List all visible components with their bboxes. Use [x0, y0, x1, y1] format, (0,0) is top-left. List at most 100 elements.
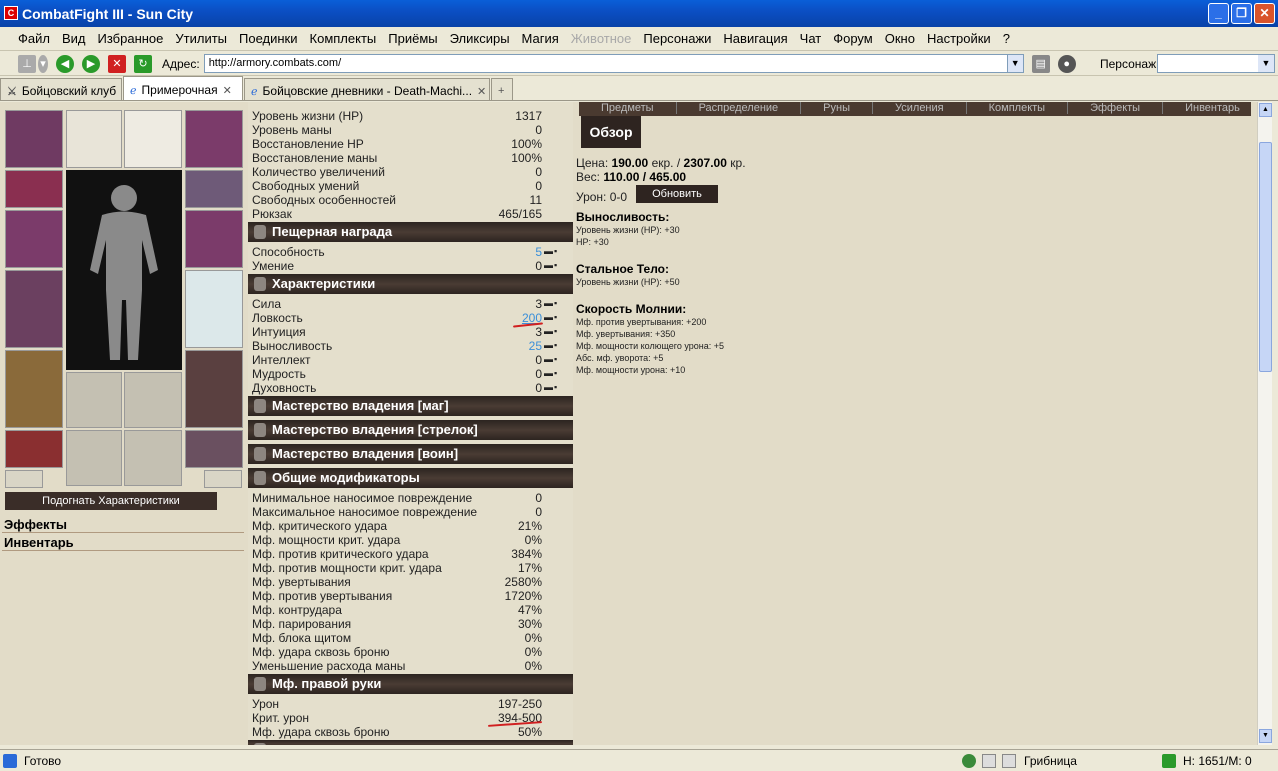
gloves-slot[interactable] — [185, 170, 243, 208]
pocket-slot[interactable] — [124, 430, 182, 486]
tab-boosts[interactable]: Усиления — [873, 102, 967, 114]
inventory-section[interactable]: Инвентарь — [2, 535, 244, 551]
plus-minus-buttons[interactable]: ▬▪ — [544, 354, 564, 364]
menu-window[interactable]: Окно — [879, 31, 921, 46]
address-dropdown-icon[interactable]: ▼ — [1006, 55, 1023, 72]
back-icon[interactable]: ◀ — [56, 54, 74, 73]
tab-label: Примерочная — [141, 83, 218, 97]
tab-close-icon[interactable]: ✕ — [223, 84, 232, 97]
plus-minus-buttons[interactable]: ▬▪ — [544, 340, 564, 350]
menu-duels[interactable]: Поединки — [233, 31, 304, 46]
cave-reward-header[interactable]: Пещерная награда — [248, 222, 573, 242]
plus-minus-buttons[interactable]: ▬▪ — [544, 368, 564, 378]
plus-minus-buttons[interactable]: ▬▪ — [544, 298, 564, 308]
address-input[interactable]: http://armory.combats.com/ ▼ — [203, 54, 1024, 73]
tab-fight-club[interactable]: ⚔ Бойцовский клуб — [0, 78, 122, 100]
plus-minus-buttons[interactable]: ▬▪ — [544, 246, 564, 256]
menu-view[interactable]: Вид — [56, 31, 92, 46]
menu-help[interactable]: ? — [997, 31, 1016, 46]
empty-slot[interactable] — [124, 110, 182, 168]
cloak-slot[interactable] — [5, 350, 63, 428]
menu-chat[interactable]: Чат — [794, 31, 828, 46]
right-hand-header[interactable]: Мф. правой руки — [248, 674, 573, 694]
restore-button[interactable]: ❐ — [1231, 3, 1252, 24]
menu-settings[interactable]: Настройки — [921, 31, 997, 46]
weight-label: Вес: — [576, 170, 601, 184]
page-icon[interactable]: ▤ — [1031, 54, 1050, 73]
armor-slot[interactable] — [5, 270, 63, 348]
helmet-slot[interactable] — [5, 110, 63, 168]
persona-select[interactable]: ▼ — [1157, 54, 1275, 73]
close-button[interactable]: ✕ — [1254, 3, 1275, 24]
plus-minus-buttons[interactable]: ▬▪ — [544, 326, 564, 336]
scroll-up-icon[interactable]: ▲ — [1259, 103, 1272, 117]
tab-sets[interactable]: Комплекты — [967, 102, 1069, 114]
pocket-slot[interactable] — [66, 430, 122, 486]
menu-forum[interactable]: Форум — [827, 31, 879, 46]
dropdown-arrow-icon[interactable]: ▾ — [38, 54, 48, 73]
users-icon[interactable]: ● — [1057, 54, 1076, 73]
refresh-status-icon[interactable] — [1162, 754, 1176, 768]
menu-techniques[interactable]: Приёмы — [382, 31, 443, 46]
rings-slot[interactable] — [185, 110, 243, 168]
menu-elixirs[interactable]: Эликсиры — [444, 31, 516, 46]
plus-minus-buttons[interactable]: ▬▪ — [544, 382, 564, 392]
plus-minus-buttons[interactable]: ▬▪ — [544, 312, 564, 322]
general-modifiers-header[interactable]: Общие модификаторы — [248, 468, 573, 488]
menu-sets[interactable]: Комплекты — [304, 31, 383, 46]
vertical-scrollbar[interactable]: ▲ ▼ — [1257, 102, 1272, 745]
settings-icon[interactable] — [1002, 754, 1016, 768]
refresh-icon[interactable]: ↻ — [134, 54, 152, 73]
new-tab-button[interactable]: + — [491, 78, 513, 100]
rune-slot[interactable] — [204, 470, 242, 488]
pin-icon[interactable]: ⊥ — [18, 54, 36, 73]
update-button[interactable]: Обновить — [636, 185, 718, 203]
tab-runes[interactable]: Руны — [801, 102, 873, 114]
notes-icon[interactable] — [982, 754, 996, 768]
tab-inventory[interactable]: Инвентарь — [1163, 102, 1251, 114]
tab-fight-diaries[interactable]: ℯ Бойцовские дневники - Death-Machi... ✕ — [244, 78, 490, 100]
necklace-slot[interactable] — [66, 110, 122, 168]
next-section-header[interactable] — [248, 740, 573, 745]
tab-effects[interactable]: Эффекты — [1068, 102, 1164, 114]
tab-fitting-room[interactable]: ℯ Примерочная ✕ — [123, 76, 243, 100]
boots-slot[interactable] — [185, 430, 243, 468]
menu-favorites[interactable]: Избранное — [92, 31, 170, 46]
mastery-archer-header[interactable]: Мастерство владения [стрелок] — [248, 420, 573, 440]
scroll-down-icon[interactable]: ▼ — [1259, 729, 1272, 743]
tab-distribution[interactable]: Распределение — [677, 102, 802, 114]
bracers-slot[interactable] — [5, 170, 63, 208]
tab-items[interactable]: Предметы — [579, 102, 677, 114]
persona-dropdown-icon[interactable]: ▼ — [1258, 55, 1274, 72]
right-weapon-slot[interactable] — [185, 210, 243, 268]
stat-label: Количество увеличений — [252, 165, 385, 179]
menu-utilities[interactable]: Утилиты — [169, 31, 233, 46]
effects-section[interactable]: Эффекты — [2, 517, 244, 533]
tab-overview[interactable]: Обзор — [581, 116, 641, 148]
scroll-thumb[interactable] — [1259, 142, 1272, 372]
tab-label: Бойцовские дневники - Death-Machi... — [262, 84, 473, 98]
fit-stats-button[interactable]: Подогнать Характеристики — [5, 492, 217, 510]
mastery-warrior-header[interactable]: Мастерство владения [воин] — [248, 444, 573, 464]
legs-slot[interactable] — [185, 350, 243, 428]
stop-icon[interactable]: ✕ — [108, 54, 126, 73]
menu-file[interactable]: Файл — [12, 31, 56, 46]
menu-characters[interactable]: Персонажи — [637, 31, 717, 46]
tab-close-icon[interactable]: ✕ — [477, 85, 486, 98]
stat-row: Сила 3 ▬▪ — [252, 297, 557, 311]
minimize-button[interactable]: _ — [1208, 3, 1229, 24]
mastery-mage-header[interactable]: Мастерство владения [маг] — [248, 396, 573, 416]
plus-minus-buttons[interactable]: ▬▪ — [544, 260, 564, 270]
stat-row: Восстановление HP 100% — [252, 137, 542, 151]
rune-slot[interactable] — [5, 470, 43, 488]
forward-icon[interactable]: ▶ — [82, 54, 100, 73]
left-weapon-slot[interactable] — [5, 210, 63, 268]
pocket-slot[interactable] — [124, 372, 182, 428]
menu-magic[interactable]: Магия — [516, 31, 565, 46]
belt-slot[interactable] — [5, 430, 63, 468]
characteristics-header[interactable]: Характеристики — [248, 274, 573, 294]
pocket-slot[interactable] — [66, 372, 122, 428]
shield-slot[interactable] — [185, 270, 243, 348]
menu-navigation[interactable]: Навигация — [717, 31, 793, 46]
online-icon[interactable] — [962, 754, 976, 768]
